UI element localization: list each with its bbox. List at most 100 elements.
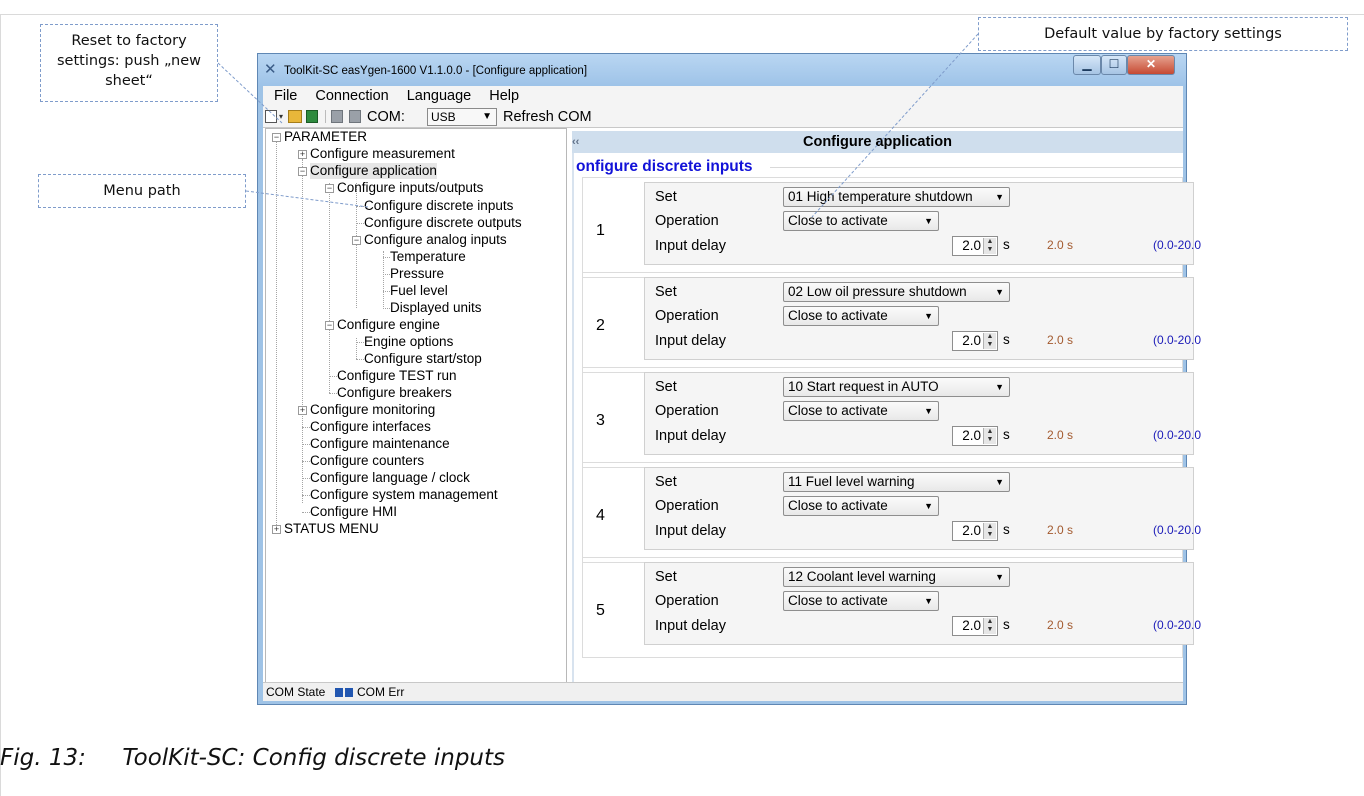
tree-engine-options[interactable]: Engine options: [364, 334, 453, 350]
parameter-tree: − PARAMETER + Configure measurement − Co…: [265, 128, 567, 696]
menu-language[interactable]: Language: [407, 86, 472, 106]
tree-guide: [356, 223, 364, 224]
input-number: 5: [596, 602, 605, 619]
spinner-icon[interactable]: ▲ ▼: [983, 618, 996, 634]
figure-caption: Fig. 13: ToolKit-SC: Config discrete inp…: [0, 745, 700, 771]
expand-toggle[interactable]: +: [298, 150, 307, 159]
spinner-icon[interactable]: ▲ ▼: [983, 238, 996, 254]
spinner-icon[interactable]: ▲ ▼: [983, 523, 996, 539]
spinner-icon[interactable]: ▲ ▼: [983, 333, 996, 349]
input-delay-label: Input delay: [655, 333, 726, 349]
tree-configure-engine[interactable]: Configure engine: [337, 317, 440, 333]
tree-guide: [302, 444, 310, 445]
collapse-toggle[interactable]: −: [298, 167, 307, 176]
maximize-button[interactable]: ☐: [1101, 55, 1127, 75]
tree-guide: [329, 376, 337, 377]
tree-configure-breakers[interactable]: Configure breakers: [337, 385, 452, 401]
operation-select[interactable]: Close to activate ▼: [783, 591, 939, 611]
input-delay-field[interactable]: 2.0 ▲ ▼: [952, 331, 998, 351]
tree-configure-start-stop[interactable]: Configure start/stop: [364, 351, 482, 367]
input-card: Set Operation Input delay 02 Low oil pressu…: [644, 277, 1201, 360]
tree-temperature[interactable]: Temperature: [390, 249, 466, 265]
chevron-down-icon: ▼: [482, 111, 492, 122]
operation-select[interactable]: Close to activate ▼: [783, 496, 939, 516]
collapse-toggle[interactable]: −: [325, 321, 334, 330]
tree-configure-counters[interactable]: Configure counters: [310, 453, 424, 469]
menu-help[interactable]: Help: [489, 86, 519, 106]
tree-configure-monitoring[interactable]: Configure monitoring: [310, 402, 435, 418]
collapse-pane-icon[interactable]: ‹‹: [572, 131, 579, 153]
tree-configure-system-management[interactable]: Configure system management: [310, 487, 498, 503]
set-select[interactable]: 02 Low oil pressure shutdown ▼: [783, 282, 1010, 302]
read-icon[interactable]: [331, 110, 343, 123]
caption-text: ToolKit-SC: Config discrete inputs: [122, 745, 505, 771]
collapse-toggle[interactable]: −: [352, 236, 361, 245]
operation-select[interactable]: Close to activate ▼: [783, 401, 939, 421]
operation-select[interactable]: Close to activate ▼: [783, 306, 939, 326]
tree-parameter[interactable]: PARAMETER: [284, 129, 367, 145]
refresh-com-button[interactable]: Refresh COM: [503, 109, 592, 125]
tree-configure-discrete-outputs[interactable]: Configure discrete outputs: [364, 215, 522, 231]
menu-file[interactable]: File: [274, 86, 297, 106]
collapse-toggle[interactable]: −: [272, 133, 281, 142]
com-port-select[interactable]: USB ▼: [427, 108, 497, 126]
content-header: ‹‹ Configure application: [572, 131, 1183, 153]
dropdown-icon[interactable]: ▾: [279, 110, 283, 123]
set-select[interactable]: 01 High temperature shutdown ▼: [783, 187, 1010, 207]
tree-status-menu[interactable]: STATUS MENU: [284, 521, 379, 537]
set-select[interactable]: 12 Coolant level warning ▼: [783, 567, 1010, 587]
spinner-icon[interactable]: ▲ ▼: [983, 428, 996, 444]
content-scroll-area[interactable]: onfigure discrete inputs 1 Set Operation In…: [574, 153, 1201, 683]
tree-configure-application[interactable]: Configure application: [310, 163, 437, 179]
tree-configure-interfaces[interactable]: Configure interfaces: [310, 419, 431, 435]
value-range: (0.0-20.0: [1153, 523, 1202, 537]
page-border-top: [0, 14, 1364, 15]
expand-toggle[interactable]: +: [272, 525, 281, 534]
tree-configure-language-clock[interactable]: Configure language / clock: [310, 470, 470, 486]
chevron-down-icon: ▼: [995, 287, 1004, 297]
operation-label: Operation: [655, 498, 719, 514]
close-button[interactable]: ✕: [1127, 55, 1175, 75]
tree-guide: [356, 206, 364, 207]
menu-connection[interactable]: Connection: [315, 86, 388, 106]
set-value: 12 Coolant level warning: [788, 569, 936, 584]
default-value: 2.0 s: [1047, 523, 1074, 537]
delay-unit: s: [1003, 332, 1010, 347]
input-delay-field[interactable]: 2.0 ▲ ▼: [952, 426, 998, 446]
new-sheet-icon[interactable]: [265, 110, 277, 123]
open-folder-icon[interactable]: [288, 110, 302, 123]
minimize-button[interactable]: ▁: [1073, 55, 1101, 75]
operation-label: Operation: [655, 593, 719, 609]
save-icon[interactable]: [306, 110, 318, 123]
set-label: Set: [655, 189, 677, 205]
tree-pressure[interactable]: Pressure: [390, 266, 444, 282]
write-icon[interactable]: [349, 110, 361, 123]
set-value: 01 High temperature shutdown: [788, 189, 973, 204]
tree-configure-io[interactable]: Configure inputs/outputs: [337, 180, 483, 196]
operation-select[interactable]: Close to activate ▼: [783, 211, 939, 231]
chevron-down-icon: ▼: [924, 406, 933, 416]
input-delay-field[interactable]: 2.0 ▲ ▼: [952, 616, 998, 636]
input-delay-field[interactable]: 2.0 ▲ ▼: [952, 521, 998, 541]
tree-guide: [302, 495, 310, 496]
tree-configure-measurement[interactable]: Configure measurement: [310, 146, 455, 162]
collapse-toggle[interactable]: −: [325, 184, 334, 193]
toolkit-window: ✕ ToolKit-SC easYgen-1600 V1.1.0.0 - [Co…: [257, 53, 1201, 705]
callout-default-value: Default value by factory settings: [978, 17, 1348, 51]
input-delay-value: 2.0: [962, 333, 981, 348]
tree-configure-maintenance[interactable]: Configure maintenance: [310, 436, 450, 452]
tree-configure-analog-inputs[interactable]: Configure analog inputs: [364, 232, 507, 248]
tree-configure-test-run[interactable]: Configure TEST run: [337, 368, 457, 384]
tree-configure-hmi[interactable]: Configure HMI: [310, 504, 397, 520]
close-icon: ✕: [1145, 57, 1157, 71]
tree-configure-discrete-inputs[interactable]: Configure discrete inputs: [364, 198, 513, 214]
expand-toggle[interactable]: +: [298, 406, 307, 415]
tree-fuel-level[interactable]: Fuel level: [390, 283, 448, 299]
com-port-value: USB: [431, 110, 456, 124]
tree-displayed-units[interactable]: Displayed units: [390, 300, 482, 316]
input-delay-field[interactable]: 2.0 ▲ ▼: [952, 236, 998, 256]
caption-number: Fig. 13:: [0, 745, 86, 771]
set-select[interactable]: 11 Fuel level warning ▼: [783, 472, 1010, 492]
set-select[interactable]: 10 Start request in AUTO ▼: [783, 377, 1010, 397]
tree-guide: [383, 308, 390, 309]
